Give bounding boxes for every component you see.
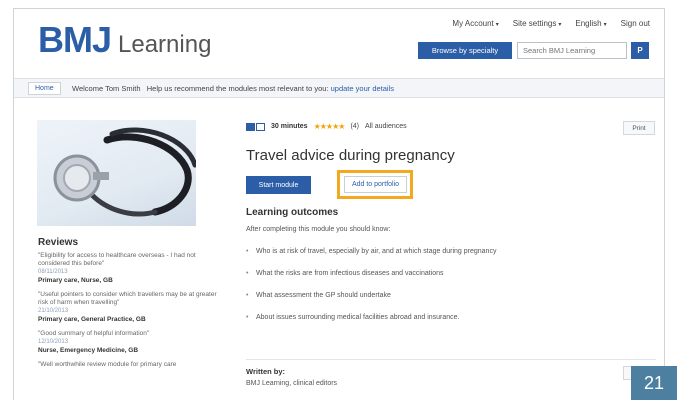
review-author: Nurse, Emergency Medicine, GB (38, 347, 139, 354)
review-item: "Useful pointers to consider which trave… (38, 291, 228, 324)
review-item: "Good summary of helpful information" 12… (38, 330, 228, 355)
recommend-prompt: Help us recommend the modules most relev… (146, 84, 329, 93)
list-item: • About issues surrounding medical facili… (246, 312, 646, 334)
sign-out-link[interactable]: Sign out (621, 19, 650, 28)
module-meta: 30 minutes ★★★★★ (4) All audiences (246, 122, 407, 131)
chevron-down-icon: ▾ (558, 22, 562, 28)
page-number-badge: 21 (631, 366, 677, 400)
stethoscope-image (37, 120, 196, 226)
language-link[interactable]: English ▾ (575, 19, 606, 28)
review-quote: "Good summary of helpful information" (38, 330, 150, 337)
tab-home[interactable]: Home (28, 82, 61, 95)
reviews-list: "Eligibility for access to healthcare ov… (38, 252, 228, 375)
chevron-down-icon: ▾ (495, 22, 499, 28)
review-date: 12/10/2013 (38, 339, 69, 345)
module-format-icon (246, 122, 265, 131)
written-by-value: BMJ Learning, clinical editors (246, 380, 338, 387)
list-item: • Who is at risk of travel, especially by… (246, 246, 646, 268)
review-author: Primary care, Nurse, GB (38, 277, 113, 284)
review-item: "Eligibility for access to healthcare ov… (38, 252, 228, 285)
welcome-message: Welcome Tom Smith Help us recommend the … (72, 84, 394, 93)
review-date: 21/10/2013 (38, 308, 69, 314)
divider (246, 359, 656, 360)
audience-label: All audiences (365, 123, 407, 130)
site-settings-link[interactable]: Site settings ▾ (513, 19, 562, 28)
outcome-text: About issues surrounding medical facilit… (256, 314, 460, 321)
account-links: My Account ▾ Site settings ▾ English ▾ Sign… (452, 19, 650, 28)
stethoscope-illustration (53, 127, 196, 217)
written-by-label: Written by: (246, 367, 286, 376)
review-author: Primary care, General Practice, GB (38, 316, 146, 323)
page-title: Travel advice during pregnancy (246, 147, 455, 164)
site-settings-label: Site settings (512, 19, 557, 28)
add-to-portfolio-button[interactable]: Add to portfolio (344, 176, 407, 193)
welcome-text: Welcome Tom Smith (72, 84, 141, 93)
module-duration: 30 minutes (271, 123, 308, 130)
bullet-icon: • (246, 248, 249, 255)
rating-count: (4) (350, 123, 359, 130)
browser-page: BMJ Learning My Account ▾ Site settings ▾ … (13, 8, 665, 400)
list-item: • What assessment the GP should undertake (246, 290, 646, 312)
welcome-bar: Home Welcome Tom Smith Help us recommend… (14, 78, 664, 98)
learning-outcomes-intro: After completing this module you should … (246, 226, 391, 233)
bullet-icon: • (246, 314, 249, 321)
review-quote: "Eligibility for access to healthcare ov… (38, 252, 196, 267)
update-details-link[interactable]: update your details (331, 84, 394, 93)
search-input[interactable] (517, 42, 627, 59)
start-module-button[interactable]: Start module (246, 176, 311, 194)
outcome-text: What the risks are from infectious disea… (256, 270, 444, 277)
outcome-text: Who is at risk of travel, especially by … (256, 248, 497, 255)
my-account-link[interactable]: My Account ▾ (452, 19, 498, 28)
list-item: • What the risks are from infectious dise… (246, 268, 646, 290)
review-quote: "Well worthwhile review module for prima… (38, 361, 177, 368)
search-button[interactable]: P (631, 42, 649, 59)
logo-learning: Learning (118, 31, 212, 58)
review-item: "Well worthwhile review module for prima… (38, 361, 228, 369)
learning-outcomes-list: • Who is at risk of travel, especially by… (246, 246, 646, 334)
chevron-down-icon: ▾ (603, 22, 607, 28)
review-quote: "Useful pointers to consider which trave… (38, 291, 217, 306)
outcome-text: What assessment the GP should undertake (256, 292, 391, 299)
language-label: English (575, 19, 602, 28)
rating-stars-icon: ★★★★★ (313, 122, 346, 131)
my-account-label: My Account (452, 19, 494, 28)
bmj-learning-logo[interactable]: BMJ Learning (38, 19, 211, 61)
print-button[interactable]: Print (623, 121, 655, 135)
review-date: 08/11/2013 (38, 269, 68, 275)
bullet-icon: • (246, 270, 249, 277)
browse-by-specialty-button[interactable]: Browse by specialty (418, 42, 512, 59)
learning-outcomes-heading: Learning outcomes (246, 207, 339, 218)
logo-bmj: BMJ (38, 19, 112, 60)
bullet-icon: • (246, 292, 249, 299)
reviews-heading: Reviews (38, 237, 79, 248)
